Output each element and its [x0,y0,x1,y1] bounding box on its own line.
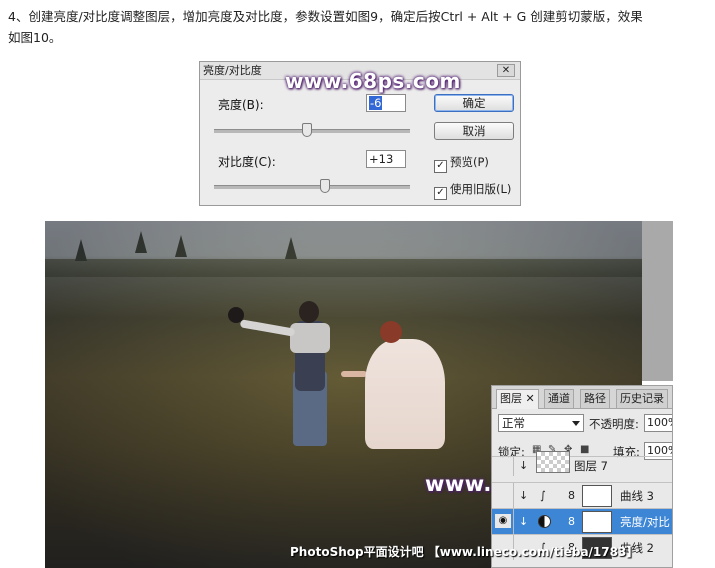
footer-watermark: PhotoShop平面设计吧 【www.lineco.com/tieba/178… [290,545,639,559]
curves-icon: ∫ [540,489,546,502]
contrast-slider-thumb[interactable] [320,179,330,193]
layer-name: 亮度/对比 [620,515,670,529]
brightness-value: -6 [369,96,383,110]
intro-line-1: 4、创建亮度/对比度调整图层，增加亮度及对比度，参数设置如图9，确定后按Ctrl… [8,9,643,24]
visibility-cell[interactable] [492,457,514,476]
tab-layers[interactable]: 图层 ✕ [496,389,539,409]
cancel-button[interactable]: 取消 [434,122,514,140]
layer-mask [582,511,612,533]
blend-mode-select[interactable]: 正常 [498,414,584,432]
layer-thumbnail [536,451,570,473]
brightness-label: 亮度(B): [218,98,264,112]
layers-panel: 图层 ✕ 通道 路径 历史记录 正常 不透明度: 100% 锁定: ▦ ✎ ✥ … [491,385,673,568]
panel-tabs: 图层 ✕ 通道 路径 历史记录 [492,386,672,409]
canvas-background [642,221,673,381]
blend-mode-value: 正常 [502,416,525,430]
clip-arrow-icon: ↓ [519,459,529,472]
tab-paths[interactable]: 路径 [580,389,610,408]
contrast-slider[interactable] [214,179,410,193]
groom-shirt [290,323,330,353]
blend-row: 正常 不透明度: 100% [492,412,672,434]
lock-all-icon[interactable]: ■ [580,445,590,455]
adjustment-icon [538,515,551,528]
chevron-down-icon [572,421,580,426]
visibility-cell[interactable]: ◉ [492,509,514,534]
tab-channels[interactable]: 通道 [544,389,574,408]
layer-name: 曲线 3 [620,489,654,503]
opacity-input[interactable]: 100% [644,414,672,432]
brightness-slider-thumb[interactable] [302,123,312,137]
held-hands [341,371,367,377]
groom-head [299,301,319,323]
intro-text: 4、创建亮度/对比度调整图层，增加亮度及对比度，参数设置如图9，确定后按Ctrl… [8,6,708,48]
ok-button[interactable]: 确定 [434,94,514,112]
contrast-label: 对比度(C): [218,155,276,169]
watermark: www.68ps.com [285,69,461,93]
preview-checkbox[interactable]: ✓ 预览(P) [434,154,489,173]
legacy-checkbox[interactable]: ✓ 使用旧版(L) [434,181,511,200]
layer-name: 图层 7 [574,459,608,473]
brightness-contrast-dialog: 亮度/对比度 ✕ www.68ps.com 亮度(B): -6 对比度(C): … [199,61,521,206]
layer-mask [582,485,612,507]
preview-check-icon: ✓ [434,160,447,173]
clip-arrow-icon: ↓ [519,515,529,528]
link-icon: 8 [568,515,575,528]
layer-row-selected[interactable]: ◉ ↓ 8 亮度/对比 [492,508,672,534]
legacy-check-icon: ✓ [434,187,447,200]
preview-label: 预览(P) [450,155,489,169]
close-icon[interactable]: ✕ [497,64,515,77]
visibility-cell[interactable] [492,483,514,508]
contrast-input[interactable]: +13 [366,150,406,168]
eye-icon[interactable]: ◉ [495,514,511,528]
brightness-input[interactable]: -6 [366,94,406,112]
bride-dress [365,339,445,449]
hat [228,307,244,323]
intro-line-2: 如图10。 [8,30,62,45]
layer-row[interactable]: ↓ ∫ 8 曲线 3 [492,482,672,508]
clip-arrow-icon: ↓ [519,489,529,502]
link-icon: 8 [568,489,575,502]
bride-head [380,321,402,343]
brightness-slider[interactable] [214,123,410,137]
legacy-label: 使用旧版(L) [450,182,512,196]
tab-history[interactable]: 历史记录 [616,389,668,408]
layer-row[interactable]: ↓ 图层 7 [492,451,672,476]
opacity-label: 不透明度: [589,417,639,431]
